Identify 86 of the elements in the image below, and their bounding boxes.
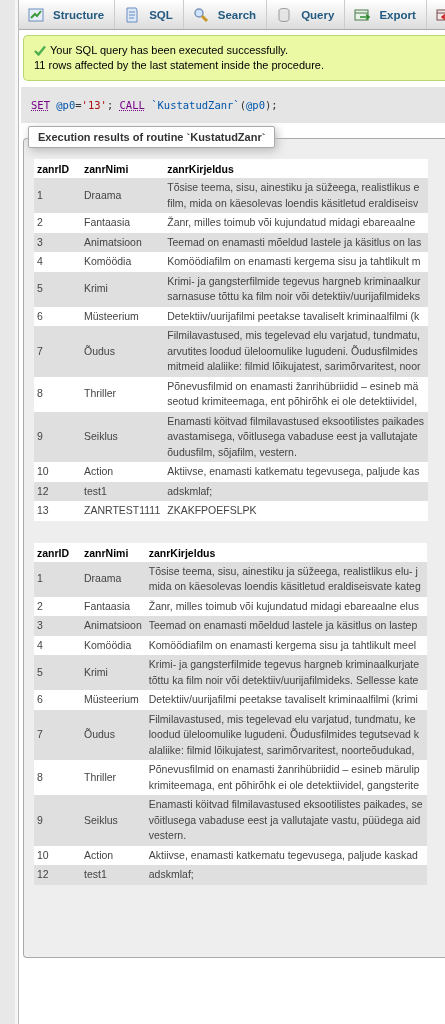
table-cell: Thriller: [81, 760, 146, 795]
table-cell: Krimi- ja gangsterfilmide tegevus hargneb kriminaalkur sarnasuse tõttu ka film noir või detektiiv/uurijafilmideks: [164, 271, 429, 307]
tab[interactable]: Export: [345, 0, 427, 29]
column-header: zanrNimi: [81, 542, 146, 562]
message-text: 11 rows affected by the last statement inside the procedure.: [34, 58, 326, 73]
tab[interactable]: Query: [267, 0, 346, 29]
table-cell: 2: [34, 596, 81, 616]
table-cell: 2: [34, 213, 81, 233]
table-cell: 3: [34, 616, 81, 636]
column-header: zanrNimi: [81, 159, 165, 178]
table-cell: Komöödia: [81, 635, 146, 655]
table-cell: 6: [34, 690, 81, 710]
tab[interactable]: SQL: [115, 0, 184, 29]
table-cell: Enamasti köitvad filmilavastused eksootilistes paikades, se võitlusega vabaduse eest ja vallutajate vastu, püüdega aid vestern.: [145, 795, 427, 846]
table-cell: adskmlaf;: [145, 865, 427, 885]
table-cell: Õudus: [81, 326, 165, 377]
table-cell: 8: [34, 760, 81, 795]
table-cell: 1: [34, 561, 81, 597]
table-cell: adskmlaf;: [164, 481, 429, 501]
table-cell: 12: [34, 865, 81, 885]
table-cell: Müsteerium: [81, 690, 146, 710]
table-cell: test1: [81, 481, 165, 501]
table-cell: Enamasti köitvad filmilavastused eksootilistes paikades avastamisega, võitlusega vabaduse eest ja vallutajate õudusfilm, sõjafilm, vestern.: [164, 411, 429, 462]
table-cell: Fantaasia: [81, 213, 165, 233]
table-cell: 4: [34, 252, 81, 272]
table-cell: 9: [34, 411, 81, 462]
table-cell: 13: [34, 501, 81, 521]
table-cell: Seiklus: [81, 411, 165, 462]
table-cell: Action: [81, 462, 165, 482]
table-cell: Komöödia: [81, 252, 165, 272]
document-icon: [124, 6, 141, 23]
table-cell: test1: [81, 865, 146, 885]
table-cell: Action: [81, 845, 146, 865]
table-cell: 10: [34, 462, 81, 482]
table-cell: 6: [34, 306, 81, 326]
table-cell: 7: [34, 326, 81, 377]
table-cell: Žanr, milles toimub või kujundatud midagi ebareaalne: [164, 213, 429, 233]
sql-query-code: SET @p0='13'; CALL `KustatudZanr`(@p0);: [21, 87, 445, 123]
table-cell: 8: [34, 376, 81, 412]
table-cell: 5: [34, 655, 81, 690]
table-cell: 7: [34, 709, 81, 760]
table-cell: Fantaasia: [81, 596, 146, 616]
table-cell: Teemad on enamasti mõeldud lastele ja käsitlus on las: [164, 232, 429, 252]
table-cell: ZANRTEST1111: [81, 501, 165, 521]
tab[interactable]: Structure: [19, 0, 116, 29]
table-cell: Põnevusfilmid on enamasti žanrihübriidid – esineb mä seotud krimiteemaga, ent põhirõhk ei ole detektiividel,: [164, 376, 429, 412]
table-cell: Draama: [81, 561, 146, 597]
column-header: zanrKirjeldus: [164, 159, 429, 178]
table-cell: Põnevusfilmid on enamasti žanrihübriidid – esineb märulip krimiteemaga, ent põhirõhk ei ole detektiividel, gangsterite: [145, 760, 427, 795]
table-cell: Detektiiv/uurijafilmi peetakse tavaliselt kriminaalfilmi (k: [164, 306, 429, 326]
table-cell: Filmilavastused, mis tegelevad elu varjatud, tundmatu, arvutites loodud üleloomulike lugudeni. Õudusfilmides mitmeid alaliike: filmid lõikujatest, sarimõrvaritest, noor: [164, 326, 429, 377]
table-cell: Õudus: [81, 709, 146, 760]
table-cell: Thriller: [81, 376, 165, 412]
table-cell: Animatsioon: [81, 232, 165, 252]
table-cell: 10: [34, 845, 81, 865]
tab[interactable]: Search: [183, 0, 268, 29]
structure-icon: [28, 6, 44, 23]
table-cell: Detektiiv/uurijafilmi peetakse tavaliselt kriminaalfilmi (krimi: [145, 690, 427, 710]
table-cell: Filmilavastused, mis tegelevad elu varjatud, tundmatu, ke loodud üleloomulike lugudeni. Õudusfilmides tegutsevad k alaliike: filmid lõikujatest, sarimõrvaritest, noorteõudukad,: [145, 709, 427, 760]
table-cell: 1: [34, 178, 81, 213]
database-icon: [276, 6, 293, 23]
table-cell: 3: [34, 232, 81, 252]
table-cell: Aktiivse, enamasti katkematu tegevusega, paljude kas: [164, 462, 429, 482]
table-cell: Krimi: [81, 271, 165, 307]
message-text: Your SQL query has been executed successfully.: [50, 43, 289, 58]
table-cell: Draama: [81, 178, 165, 213]
search-icon: [192, 6, 209, 23]
table-cell: Komöödiafilm on enamasti kergema sisu ja tahtlikult m: [164, 252, 429, 272]
table-cell: 4: [34, 635, 81, 655]
table-cell: Teemad on enamasti mõeldud lastele ja käsitlus on lastep: [145, 616, 427, 636]
table-cell: Müsteerium: [81, 306, 165, 326]
table-cell: Tõsise teema, sisu, ainestiku ja süžeega, realistlikus e film, mida on käesolevas loendis käsitletud eraldiseisv: [164, 178, 429, 213]
results-legend: Execution results of routine `KustatudZanr`: [28, 126, 276, 148]
column-header: zanrID: [34, 159, 81, 178]
table-cell: 12: [34, 481, 81, 501]
column-header: zanrKirjeldus: [145, 542, 427, 562]
table-cell: Seiklus: [81, 795, 146, 846]
column-header: zanrID: [34, 542, 81, 562]
table-cell: 5: [34, 271, 81, 307]
table-cell: Animatsioon: [81, 616, 146, 636]
check-icon: [34, 45, 46, 56]
table-cell: 9: [34, 795, 81, 846]
table-cell: Krimi: [81, 655, 146, 690]
table-cell: Krimi- ja gangsterfilmide tegevus hargneb kriminaalkurjate tõttu ka film noir või detektiiv/uurijafilmideks. Sellesse kate: [145, 655, 427, 690]
table-cell: ZKAKFPOEFSLPK: [164, 501, 429, 521]
table-cell: Tõsise teema, sisu, ainestiku ja süžeega, realistlikus elu- j mida on käesolevas loendis käsitletud eraldiseisvate kateg: [145, 561, 427, 597]
